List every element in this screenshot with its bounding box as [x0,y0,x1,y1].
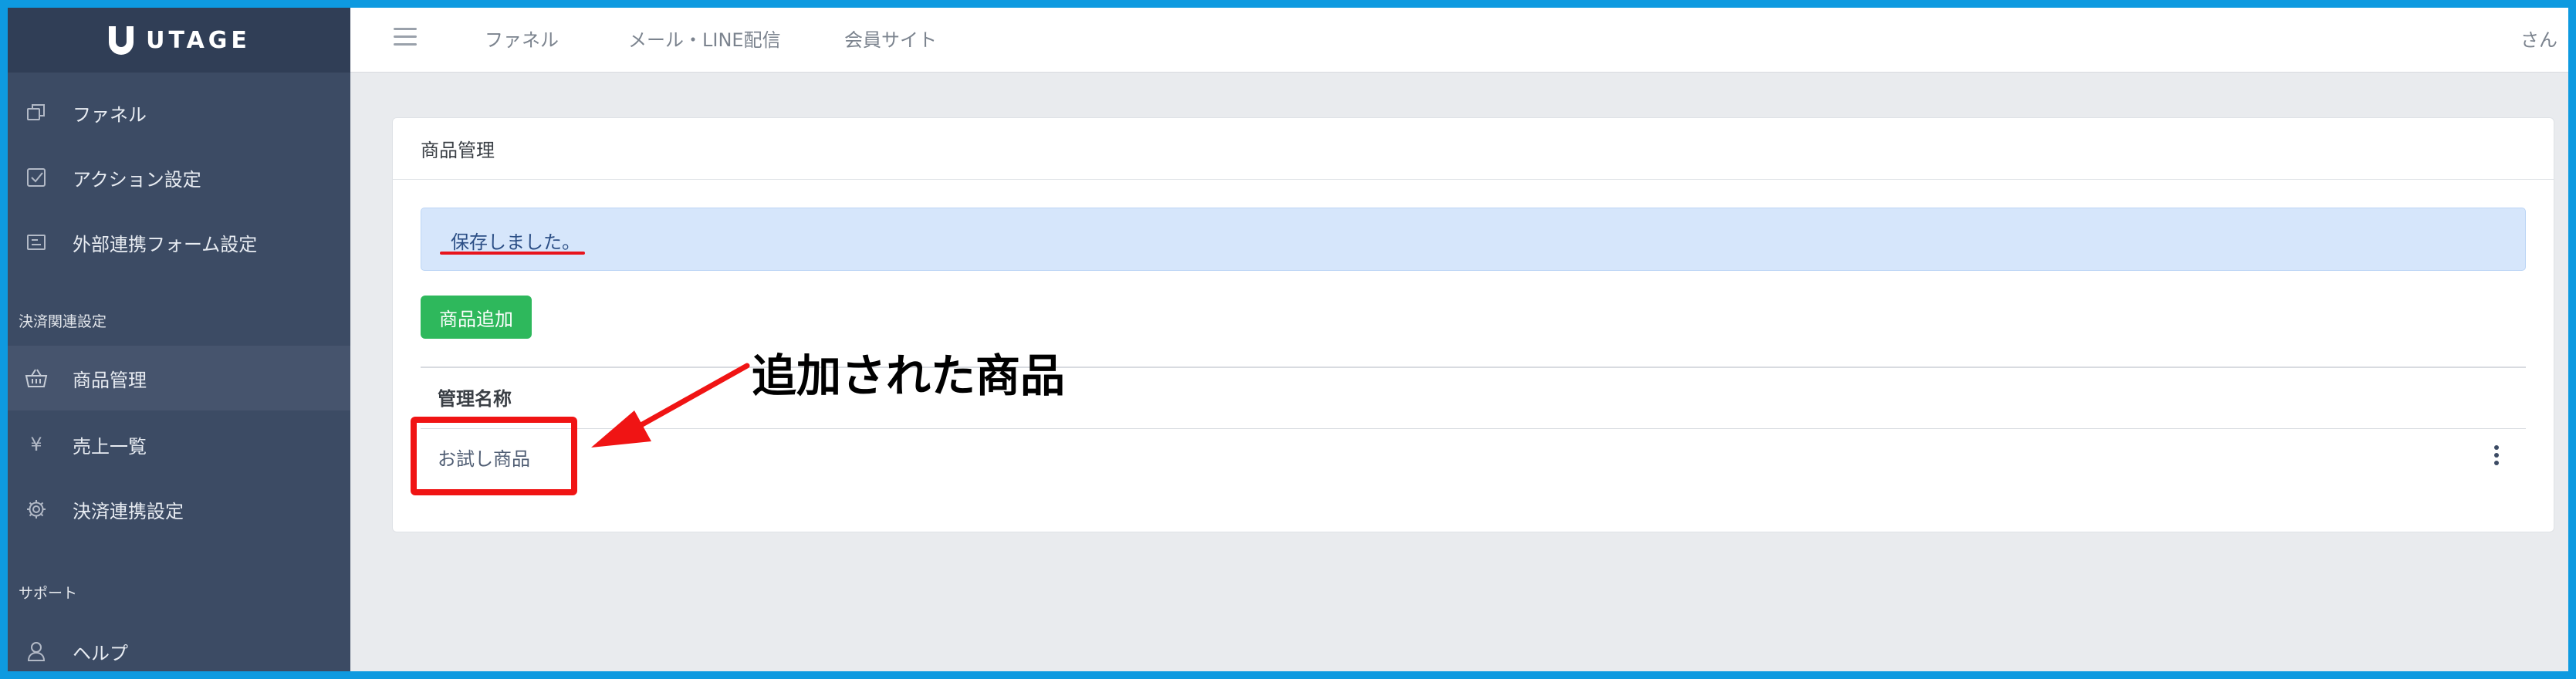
yen-icon: ¥ [30,434,42,455]
annotation-label: 追加された商品 [752,350,1066,402]
user-icon [25,640,48,663]
gear-icon [25,498,48,521]
logo-bar[interactable]: UTAGE [8,8,350,73]
user-menu[interactable]: さん [2520,25,2557,52]
sidebar-item-external-form[interactable]: 外部連携フォーム設定 [8,210,350,275]
checkbox-icon [25,166,48,189]
hamburger-menu-icon[interactable] [394,28,417,48]
products-card: 商品管理 保存しました。 商品追加 管理名称 お試し商品 [392,117,2554,532]
section-title-payment: 決済関連設定 [19,313,107,330]
copy-icon [25,101,48,124]
row-menu-kebab-icon[interactable] [2492,445,2501,468]
top-header: ファネル メール・LINE配信 会員サイト さん [350,8,2568,73]
header-link-funnel[interactable]: ファネル [485,25,559,52]
sidebar-item-label: 外部連携フォーム設定 [73,233,258,255]
basket-icon [25,367,48,390]
alert-text: 保存しました。 [451,231,580,253]
red-underline-annotation [440,252,585,255]
sidebar-item-label: 商品管理 [73,369,147,391]
sidebar-item-sales[interactable]: ¥ 売上一覧 [8,412,350,477]
utage-logo-icon [107,25,135,56]
sidebar-item-label: 決済連携設定 [73,500,184,522]
sidebar-item-label: ヘルプ [73,642,128,664]
highlight-box-annotation [411,417,577,495]
sidebar-item-funnel[interactable]: ファネル [8,80,350,145]
card-title: 商品管理 [393,118,2554,180]
success-alert: 保存しました。 [421,208,2526,271]
sidebar-item-payment-integration[interactable]: 決済連携設定 [8,477,350,542]
sidebar-item-help[interactable]: ヘルプ [8,619,350,671]
table-divider [421,428,2526,429]
section-title-support: サポート [19,585,78,602]
sidebar-item-action-settings[interactable]: アクション設定 [8,145,350,210]
logo-text: UTAGE [146,26,251,54]
sidebar-item-products[interactable]: 商品管理 [8,346,350,410]
sidebar-item-label: アクション設定 [73,168,201,191]
sidebar: UTAGE ファネル アクション設定 外部連携フォーム設定 決済関連設定 商品管… [8,8,350,671]
header-link-mail-line[interactable]: メール・LINE配信 [628,25,781,52]
app-frame: UTAGE ファネル アクション設定 外部連携フォーム設定 決済関連設定 商品管… [8,8,2568,671]
table-divider [421,367,2526,368]
form-icon [25,231,48,254]
sidebar-item-label: 売上一覧 [73,435,147,458]
column-header-name: 管理名称 [438,388,512,410]
header-link-member-site[interactable]: 会員サイト [844,25,937,52]
add-product-button[interactable]: 商品追加 [421,296,532,339]
sidebar-item-label: ファネル [73,103,147,126]
